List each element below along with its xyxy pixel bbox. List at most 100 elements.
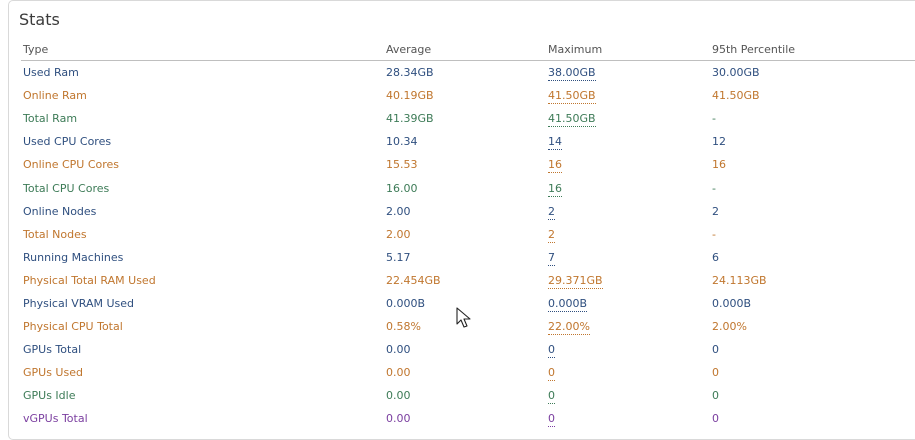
row-maximum-link[interactable]: 0: [548, 412, 555, 428]
row-type-label: Total CPU Cores: [23, 181, 110, 195]
row-95th-percentile-value: 16: [712, 158, 726, 172]
stats-table: Type Average Maximum 95th Percentile Use…: [21, 38, 915, 431]
row-average-value: 10.34: [386, 135, 418, 149]
row-type-label: Used Ram: [23, 66, 79, 80]
table-row: Total CPU Cores 16.00 16 -: [21, 176, 915, 199]
row-type-label: Online Nodes: [23, 204, 97, 218]
row-average-value: 0.00: [386, 343, 411, 357]
row-maximum-cell: 38.00GB: [546, 61, 710, 85]
row-type-label: Online CPU Cores: [23, 158, 120, 172]
row-95th-percentile-value: -: [712, 181, 716, 195]
row-maximum-cell: 2: [546, 223, 710, 246]
row-average-value: 28.34GB: [386, 66, 434, 80]
row-type-label: Used CPU Cores: [23, 135, 112, 149]
row-95th-percentile-value: 0: [712, 389, 719, 403]
row-average-value: 0.00: [386, 389, 411, 403]
row-95th-percentile-value: 6: [712, 250, 719, 264]
row-average-value: 0.00: [386, 366, 411, 380]
table-row: Total Nodes 2.00 2 -: [21, 223, 915, 246]
row-maximum-cell: 22.00%: [546, 315, 710, 338]
row-95th-percentile-value: -: [712, 112, 716, 126]
row-maximum-cell: 0: [546, 384, 710, 407]
row-maximum-link[interactable]: 16: [548, 181, 562, 197]
row-type-label: vGPUs Total: [23, 412, 88, 426]
row-maximum-link[interactable]: 7: [548, 250, 555, 266]
row-maximum-cell: 14: [546, 130, 710, 153]
mouse-cursor-icon: [456, 307, 471, 328]
row-maximum-cell: 0: [546, 407, 710, 430]
row-average-value: 40.19GB: [386, 89, 434, 103]
table-row: GPUs Used 0.00 0 0: [21, 361, 915, 384]
row-maximum-cell: 0.000B: [546, 292, 710, 315]
row-type-label: GPUs Total: [23, 343, 82, 357]
row-maximum-cell: 29.371GB: [546, 269, 710, 292]
row-type-label: GPUs Idle: [23, 389, 76, 403]
column-header-average: Average: [384, 38, 546, 61]
row-95th-percentile-value: -: [712, 227, 716, 241]
row-maximum-cell: 0: [546, 361, 710, 384]
row-average-value: 41.39GB: [386, 112, 434, 126]
row-95th-percentile-value: 24.113GB: [712, 273, 767, 287]
row-average-value: 22.454GB: [386, 273, 441, 287]
table-row: Used Ram 28.34GB 38.00GB 30.00GB: [21, 61, 915, 85]
row-maximum-link[interactable]: 2: [548, 227, 555, 243]
row-maximum-link[interactable]: 0: [548, 389, 555, 405]
row-95th-percentile-value: 30.00GB: [712, 66, 760, 80]
row-average-value: 5.17: [386, 250, 411, 264]
row-maximum-link[interactable]: 38.00GB: [548, 66, 596, 82]
table-row: Online CPU Cores 15.53 16 16: [21, 153, 915, 176]
table-row: Online Nodes 2.00 2 2: [21, 200, 915, 223]
row-maximum-link[interactable]: 29.371GB: [548, 273, 603, 289]
row-type-label: Physical CPU Total: [23, 320, 123, 334]
row-type-label: GPUs Used: [23, 366, 83, 380]
row-maximum-link[interactable]: 16: [548, 158, 562, 174]
row-95th-percentile-value: 0: [712, 412, 719, 426]
table-row: Online Ram 40.19GB 41.50GB 41.50GB: [21, 84, 915, 107]
table-header-row: Type Average Maximum 95th Percentile: [21, 38, 915, 61]
row-maximum-link[interactable]: 2: [548, 204, 555, 220]
row-type-label: Running Machines: [23, 250, 124, 264]
row-maximum-link[interactable]: 0: [548, 343, 555, 359]
row-type-label: Physical VRAM Used: [23, 296, 135, 310]
row-average-value: 15.53: [386, 158, 418, 172]
row-type-label: Total Nodes: [23, 227, 87, 241]
column-header-maximum: Maximum: [546, 38, 710, 61]
row-maximum-link[interactable]: 41.50GB: [548, 112, 596, 128]
row-95th-percentile-value: 12: [712, 135, 726, 149]
row-type-label: Physical Total RAM Used: [23, 273, 156, 287]
row-average-value: 2.00: [386, 227, 411, 241]
row-maximum-link[interactable]: 0: [548, 366, 555, 382]
row-95th-percentile-value: 41.50GB: [712, 89, 760, 103]
row-maximum-cell: 41.50GB: [546, 107, 710, 130]
row-maximum-link[interactable]: 0.000B: [548, 296, 588, 312]
row-average-value: 16.00: [386, 181, 418, 195]
row-type-label: Online Ram: [23, 89, 87, 103]
table-row: Used CPU Cores 10.34 14 12: [21, 130, 915, 153]
row-maximum-cell: 2: [546, 200, 710, 223]
row-average-value: 2.00: [386, 204, 411, 218]
row-maximum-link[interactable]: 14: [548, 135, 562, 151]
row-type-label: Total Ram: [23, 112, 78, 126]
table-row: Physical Total RAM Used 22.454GB 29.371GB 2…: [21, 269, 915, 292]
table-row: Total Ram 41.39GB 41.50GB -: [21, 107, 915, 130]
row-95th-percentile-value: 0: [712, 343, 719, 357]
row-maximum-cell: 16: [546, 153, 710, 176]
row-maximum-cell: 16: [546, 176, 710, 199]
row-maximum-link[interactable]: 41.50GB: [548, 89, 596, 105]
row-95th-percentile-value: 2.00%: [712, 320, 747, 334]
table-row: vGPUs Total 0.00 0 0: [21, 407, 915, 430]
table-row: GPUs Total 0.00 0 0: [21, 338, 915, 361]
row-95th-percentile-value: 0.000B: [712, 296, 752, 310]
column-header-type: Type: [21, 38, 384, 61]
row-95th-percentile-value: 2: [712, 204, 719, 218]
panel-title: Stats: [19, 10, 60, 29]
table-row: Running Machines 5.17 7 6: [21, 246, 915, 269]
row-average-value: 0.00: [386, 412, 411, 426]
table-row: GPUs Idle 0.00 0 0: [21, 384, 915, 407]
row-95th-percentile-value: 0: [712, 366, 719, 380]
row-maximum-cell: 0: [546, 338, 710, 361]
column-header-95th-percentile: 95th Percentile: [710, 38, 915, 61]
row-maximum-cell: 41.50GB: [546, 84, 710, 107]
row-maximum-cell: 7: [546, 246, 710, 269]
row-maximum-link[interactable]: 22.00%: [548, 320, 590, 336]
